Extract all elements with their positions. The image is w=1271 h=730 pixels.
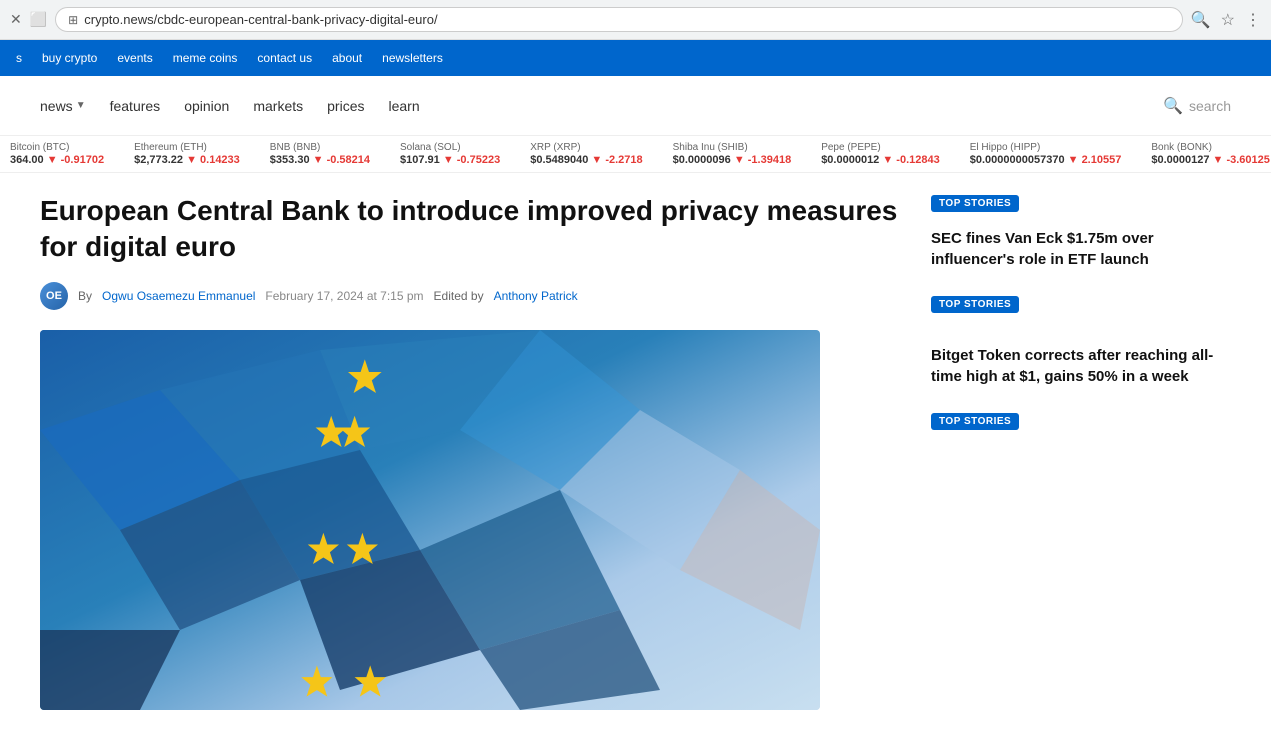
nav-item-features[interactable]: features (110, 98, 161, 114)
author-link[interactable]: Ogwu Osaemezu Emmanuel (102, 289, 255, 303)
eu-flag-image (40, 330, 820, 710)
browser-menu-icon[interactable]: ⋮ (1245, 10, 1261, 30)
editor-link[interactable]: Anthony Patrick (494, 289, 578, 303)
browser-star-icon[interactable]: ☆ (1221, 10, 1235, 30)
ticker-hipp-name: El Hippo (HIPP) (970, 142, 1122, 153)
ticker-btc-name: Bitcoin (BTC) (10, 142, 104, 153)
ticker-bnb[interactable]: BNB (BNB) $353.30 ▼ -0.58214 (270, 142, 370, 166)
article-title: European Central Bank to introduce impro… (40, 193, 901, 266)
topbar-item-meme-coins[interactable]: meme coins (173, 51, 238, 65)
ticker-shib-name: Shiba Inu (SHIB) (673, 142, 792, 153)
edited-by-label: Edited by (434, 289, 484, 303)
ticker-xrp-change: ▼ -2.2718 (591, 154, 642, 166)
nav-news-link[interactable]: news (40, 98, 73, 114)
main-nav: news ▼ features opinion markets prices l… (40, 98, 1163, 114)
sidebar-story-1: SEC fines Van Eck $1.75m over influencer… (931, 228, 1231, 270)
ticker-pepe-name: Pepe (PEPE) (821, 142, 940, 153)
url-text: crypto.news/cbdc-european-central-bank-p… (84, 12, 437, 27)
ticker-shib-change: ▼ -1.39418 (734, 154, 791, 166)
ticker-eth-change: ▼ 0.14233 (186, 154, 240, 166)
topbar-item-s[interactable]: s (16, 51, 22, 65)
ticker-xrp-price: $0.5489040 ▼ -2.2718 (530, 154, 642, 166)
topbar-item-contact-us[interactable]: contact us (257, 51, 312, 65)
ticker-bonk-name: Bonk (BONK) (1151, 142, 1270, 153)
ticker-xrp-name: XRP (XRP) (530, 142, 642, 153)
nav-item-markets[interactable]: markets (253, 98, 303, 114)
browser-chrome: ✕ ⬜ ⊞ crypto.news/cbdc-european-central-… (0, 0, 1271, 40)
by-label: By (78, 289, 92, 303)
search-area[interactable]: 🔍 search (1163, 96, 1231, 116)
ticker-pepe[interactable]: Pepe (PEPE) $0.0000012 ▼ -0.12843 (821, 142, 940, 166)
topbar-item-newsletters[interactable]: newsletters (382, 51, 443, 65)
ticker-hipp[interactable]: El Hippo (HIPP) $0.0000000057370 ▼ 2.105… (970, 142, 1122, 166)
ticker-hipp-price: $0.0000000057370 ▼ 2.10557 (970, 154, 1122, 166)
sidebar-story-2: Bitget Token corrects after reaching all… (931, 345, 1231, 387)
ticker-xrp[interactable]: XRP (XRP) $0.5489040 ▼ -2.2718 (530, 142, 642, 166)
close-tab-icon[interactable]: ✕ (10, 11, 22, 28)
search-label[interactable]: search (1189, 98, 1231, 114)
topbar-item-about[interactable]: about (332, 51, 362, 65)
ticker-eth-price: $2,773.22 ▼ 0.14233 (134, 154, 240, 166)
ticker-bonk-change: ▼ -3.60125 (1213, 154, 1270, 166)
search-icon: 🔍 (1163, 96, 1183, 116)
ticker-bnb-price: $353.30 ▼ -0.58214 (270, 154, 370, 166)
sidebar-story-2-link[interactable]: Bitget Token corrects after reaching all… (931, 347, 1213, 385)
ticker-bonk-price: $0.0000127 ▼ -3.60125 (1151, 154, 1270, 166)
article-meta: OE By Ogwu Osaemezu Emmanuel February 17… (40, 282, 901, 310)
top-stories-badge-3: TOP STORIES (931, 413, 1019, 430)
browser-actions: 🔍 ☆ ⋮ (1191, 10, 1261, 30)
ticker-bnb-change: ▼ -0.58214 (313, 154, 370, 166)
featured-image: NEWS (40, 330, 820, 710)
site-icon: ⊞ (68, 13, 78, 27)
ticker-shib[interactable]: Shiba Inu (SHIB) $0.0000096 ▼ -1.39418 (673, 142, 792, 166)
ticker-pepe-change: ▼ -0.12843 (882, 154, 939, 166)
tabs-icon[interactable]: ⬜ (30, 11, 47, 28)
sidebar-story-1-link[interactable]: SEC fines Van Eck $1.75m over influencer… (931, 230, 1154, 268)
sidebar-story-2-title[interactable]: Bitget Token corrects after reaching all… (931, 345, 1231, 387)
ticker-bonk[interactable]: Bonk (BONK) $0.0000127 ▼ -3.60125 (1151, 142, 1270, 166)
ticker-sol-name: Solana (SOL) (400, 142, 500, 153)
topbar-item-buy-crypto[interactable]: buy crypto (42, 51, 97, 65)
ticker-pepe-price: $0.0000012 ▼ -0.12843 (821, 154, 940, 166)
article-main: European Central Bank to introduce impro… (40, 193, 901, 710)
topbar-item-events[interactable]: events (117, 51, 152, 65)
nav-item-prices[interactable]: prices (327, 98, 364, 114)
top-stories-badge-2: TOP STORIES (931, 296, 1019, 313)
author-avatar: OE (40, 282, 68, 310)
chevron-down-icon: ▼ (76, 100, 86, 111)
ticker-btc[interactable]: Bitcoin (BTC) 364.00 ▼ -0.91702 (10, 142, 104, 166)
ticker-sol-change: ▼ -0.75223 (443, 154, 500, 166)
sidebar: TOP STORIES SEC fines Van Eck $1.75m ove… (931, 193, 1231, 710)
price-ticker: Bitcoin (BTC) 364.00 ▼ -0.91702 Ethereum… (0, 136, 1271, 173)
ticker-shib-price: $0.0000096 ▼ -1.39418 (673, 154, 792, 166)
ticker-eth-name: Ethereum (ETH) (134, 142, 240, 153)
ticker-btc-price: 364.00 ▼ -0.91702 (10, 154, 104, 166)
nav-item-opinion[interactable]: opinion (184, 98, 229, 114)
ticker-sol-price: $107.91 ▼ -0.75223 (400, 154, 500, 166)
ticker-bnb-name: BNB (BNB) (270, 142, 370, 153)
sidebar-story-1-title[interactable]: SEC fines Van Eck $1.75m over influencer… (931, 228, 1231, 270)
nav-item-learn[interactable]: learn (389, 98, 420, 114)
ticker-btc-change: ▼ -0.91702 (47, 154, 104, 166)
article-date: February 17, 2024 at 7:15 pm (265, 289, 423, 303)
browser-search-icon[interactable]: 🔍 (1191, 10, 1211, 30)
main-header: news ▼ features opinion markets prices l… (0, 76, 1271, 136)
top-stories-badge-1: TOP STORIES (931, 195, 1019, 212)
url-bar[interactable]: ⊞ crypto.news/cbdc-european-central-bank… (55, 7, 1183, 32)
nav-item-news[interactable]: news ▼ (40, 98, 86, 114)
top-bar: s buy crypto events meme coins contact u… (0, 40, 1271, 76)
ticker-hipp-change: ▼ 2.10557 (1068, 154, 1122, 166)
page-content: European Central Bank to introduce impro… (0, 173, 1271, 730)
ticker-sol[interactable]: Solana (SOL) $107.91 ▼ -0.75223 (400, 142, 500, 166)
ticker-eth[interactable]: Ethereum (ETH) $2,773.22 ▼ 0.14233 (134, 142, 240, 166)
